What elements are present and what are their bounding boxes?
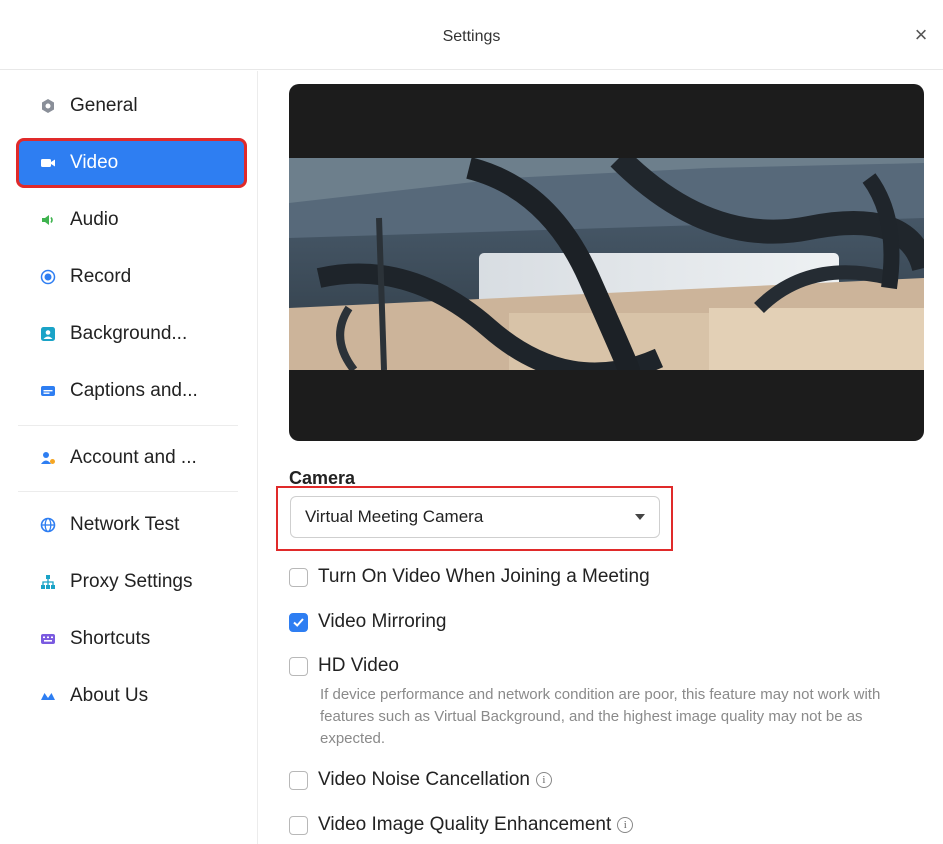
record-icon bbox=[40, 269, 56, 285]
noise-cancellation-label: Video Noise Cancellation bbox=[318, 769, 530, 790]
option-quality-enhancement[interactable]: Video Image Quality Enhancement i bbox=[289, 814, 634, 836]
sidebar-item-label: Audio bbox=[70, 209, 119, 230]
sidebar-item-video[interactable]: Video bbox=[16, 138, 247, 188]
sidebar-item-account[interactable]: Account and ... bbox=[18, 435, 245, 481]
background-icon bbox=[40, 326, 56, 342]
title-bar: Settings × bbox=[0, 0, 943, 70]
sidebar-item-proxy-settings[interactable]: Proxy Settings bbox=[18, 559, 245, 605]
hd-video-label: HD Video bbox=[318, 655, 399, 676]
window-title: Settings bbox=[442, 28, 501, 45]
account-icon bbox=[40, 450, 56, 466]
sidebar-item-label: Proxy Settings bbox=[70, 571, 193, 592]
close-button[interactable]: × bbox=[909, 24, 933, 48]
video-preview bbox=[289, 84, 924, 441]
sidebar-item-background[interactable]: Background... bbox=[18, 311, 245, 357]
hd-video-hint: If device performance and network condit… bbox=[320, 686, 881, 747]
sidebar-item-network-test[interactable]: Network Test bbox=[18, 502, 245, 548]
sidebar-item-label: Captions and... bbox=[70, 380, 198, 401]
camera-select[interactable]: Virtual Meeting Camera bbox=[290, 496, 660, 538]
sidebar-item-audio[interactable]: Audio bbox=[18, 197, 245, 243]
speaker-icon bbox=[40, 212, 56, 228]
sidebar-item-label: Video bbox=[70, 152, 119, 173]
quality-enhancement-label: Video Image Quality Enhancement bbox=[318, 814, 612, 835]
noise-cancellation-checkbox[interactable] bbox=[289, 770, 308, 790]
sidebar-item-label: Record bbox=[70, 266, 132, 287]
camera-preview-image bbox=[289, 158, 924, 370]
quality-enhancement-checkbox[interactable] bbox=[289, 815, 308, 835]
info-icon[interactable]: i bbox=[617, 817, 634, 833]
turn-on-video-checkbox[interactable] bbox=[289, 567, 308, 587]
logo-icon bbox=[40, 688, 56, 704]
hd-video-checkbox[interactable] bbox=[289, 656, 308, 676]
sidebar-item-label: Account and ... bbox=[70, 447, 197, 468]
chevron-down-icon bbox=[635, 514, 645, 520]
option-hd-video[interactable]: HD Video bbox=[289, 655, 399, 677]
network-tree-icon bbox=[40, 574, 56, 590]
close-icon: × bbox=[914, 22, 928, 47]
sidebar-divider bbox=[18, 491, 238, 492]
checkmark-icon bbox=[293, 617, 304, 627]
captions-icon bbox=[40, 383, 56, 399]
info-icon[interactable]: i bbox=[535, 772, 552, 788]
sidebar-divider bbox=[18, 425, 238, 426]
turn-on-video-label: Turn On Video When Joining a Meeting bbox=[318, 566, 650, 587]
sidebar-item-label: Background... bbox=[70, 323, 188, 344]
option-turn-on-video[interactable]: Turn On Video When Joining a Meeting bbox=[289, 566, 650, 588]
gear-icon bbox=[40, 98, 56, 114]
sidebar-item-label: Network Test bbox=[70, 514, 180, 535]
option-video-mirroring[interactable]: Video Mirroring bbox=[289, 611, 446, 633]
sidebar-item-general[interactable]: General bbox=[18, 83, 245, 129]
sidebar-item-about-us[interactable]: About Us bbox=[18, 673, 245, 719]
video-camera-icon bbox=[40, 155, 56, 171]
sidebar-item-record[interactable]: Record bbox=[18, 254, 245, 300]
option-noise-cancellation[interactable]: Video Noise Cancellation i bbox=[289, 769, 552, 791]
keyboard-icon bbox=[40, 631, 56, 647]
sidebar-item-label: General bbox=[70, 95, 138, 116]
video-mirroring-label: Video Mirroring bbox=[318, 611, 447, 632]
sidebar-item-shortcuts[interactable]: Shortcuts bbox=[18, 616, 245, 662]
camera-select-value: Virtual Meeting Camera bbox=[305, 507, 484, 526]
sidebar-item-captions[interactable]: Captions and... bbox=[18, 368, 245, 414]
sidebar-item-label: About Us bbox=[70, 685, 149, 706]
globe-icon bbox=[40, 517, 56, 533]
video-mirroring-checkbox[interactable] bbox=[289, 612, 308, 632]
sidebar-item-label: Shortcuts bbox=[70, 628, 151, 649]
